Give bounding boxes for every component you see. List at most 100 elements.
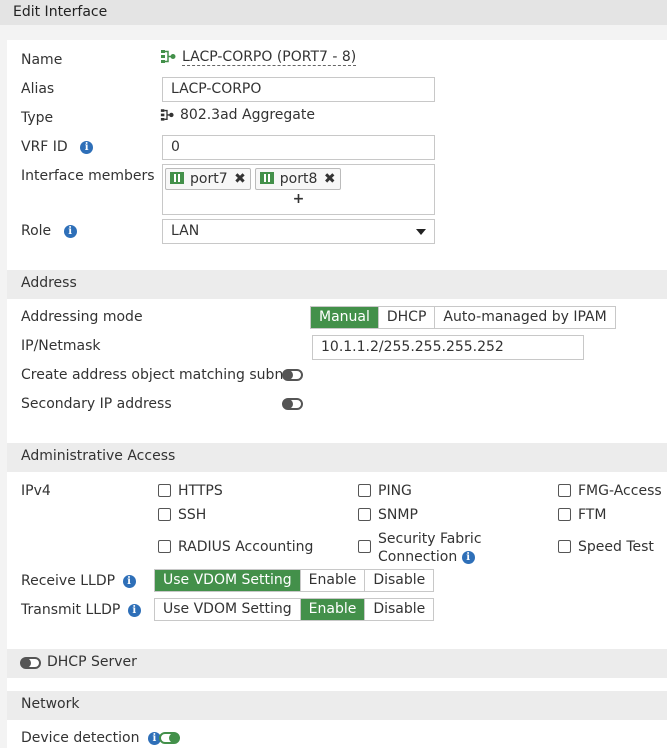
mode-ipam-button[interactable]: Auto-managed by IPAM (434, 307, 615, 328)
device-detection-label: Device detection i (21, 730, 161, 746)
receive-lldp-disable-button[interactable]: Disable (364, 570, 434, 591)
vrf-label-text: VRF ID (21, 139, 68, 155)
receive-lldp-vdom-button[interactable]: Use VDOM Setting (155, 570, 300, 591)
transmit-lldp-info-icon[interactable]: i (127, 604, 141, 617)
member-chip-port7[interactable]: port7 ✖ (165, 168, 251, 190)
https-label: HTTPS (178, 483, 223, 499)
type-value: 802.3ad Aggregate (180, 107, 315, 123)
ping-label: PING (378, 483, 412, 499)
transmit-lldp-label: Transmit LLDP i (21, 602, 141, 618)
role-label: Role i (21, 223, 77, 239)
https-checkbox[interactable] (158, 484, 171, 497)
snmp-label: SNMP (378, 507, 418, 523)
remove-icon[interactable]: ✖ (234, 171, 246, 187)
aggregate-type-icon (160, 109, 174, 121)
security-fabric-label-line2: Connection (378, 549, 458, 565)
mode-dhcp-button[interactable]: DHCP (377, 307, 435, 328)
security-fabric-label-line2-wrap: Connection i (378, 548, 482, 566)
member-label: port8 (279, 171, 318, 187)
speed-test-option[interactable]: Speed Test (558, 539, 654, 555)
role-info-icon[interactable]: i (63, 225, 77, 238)
security-fabric-label: Security Fabric Connection i (378, 530, 482, 566)
member-label: port7 (190, 171, 228, 187)
port-icon (170, 172, 184, 184)
receive-lldp-label-text: Receive LLDP (21, 573, 116, 589)
ip-netmask-input[interactable]: 10.1.1.2/255.255.255.252 (312, 335, 584, 360)
security-fabric-label-line1: Security Fabric (378, 531, 482, 547)
addressing-mode-label: Addressing mode (21, 309, 143, 325)
fmg-access-option[interactable]: FMG-Access (558, 483, 662, 499)
transmit-lldp-vdom-button[interactable]: Use VDOM Setting (155, 599, 300, 620)
name-display: LACP-CORPO (PORT7 - 8) (160, 49, 357, 66)
role-select[interactable]: LAN (162, 219, 435, 244)
ssh-option[interactable]: SSH (158, 507, 206, 523)
transmit-lldp-label-text: Transmit LLDP (21, 602, 121, 618)
dhcp-server-header: DHCP Server (7, 649, 667, 678)
role-label-text: Role (21, 223, 52, 239)
speed-test-label: Speed Test (578, 539, 654, 555)
vrf-input[interactable]: 0 (162, 135, 435, 160)
edit-interface-panel: Name LACP-CORPO (PORT7 - 8) Alias LACP-C… (7, 40, 667, 748)
fmg-access-checkbox[interactable] (558, 484, 571, 497)
transmit-lldp-enable-button[interactable]: Enable (299, 599, 365, 620)
secondary-ip-toggle[interactable] (282, 398, 303, 410)
ssh-checkbox[interactable] (158, 508, 171, 521)
members-box[interactable]: port7 ✖ port8 ✖ + (162, 164, 435, 215)
window-title: Edit Interface (0, 0, 667, 25)
security-fabric-checkbox[interactable] (358, 540, 371, 553)
vrf-info-icon[interactable]: i (80, 141, 94, 154)
ip-netmask-label: IP/Netmask (21, 338, 101, 354)
mode-manual-button[interactable]: Manual (311, 307, 378, 328)
ping-option[interactable]: PING (358, 483, 412, 499)
device-detection-toggle[interactable] (159, 732, 180, 744)
create-address-object-toggle[interactable] (282, 369, 303, 381)
ftm-checkbox[interactable] (558, 508, 571, 521)
address-section-header: Address (7, 270, 667, 299)
alias-input[interactable]: LACP-CORPO (162, 77, 435, 102)
receive-lldp-selector: Use VDOM Setting Enable Disable (154, 569, 435, 592)
secondary-ip-label: Secondary IP address (21, 396, 172, 412)
dhcp-server-toggle[interactable] (20, 657, 41, 669)
radius-accounting-label: RADIUS Accounting (178, 539, 314, 555)
security-fabric-info-icon[interactable]: i (461, 551, 475, 564)
ftm-label: FTM (578, 507, 607, 523)
ssh-label: SSH (178, 507, 207, 523)
member-chip-port8[interactable]: port8 ✖ (254, 168, 341, 190)
radius-accounting-option[interactable]: RADIUS Accounting (158, 539, 313, 555)
speed-test-checkbox[interactable] (558, 540, 571, 553)
ping-checkbox[interactable] (358, 484, 371, 497)
transmit-lldp-disable-button[interactable]: Disable (364, 599, 434, 620)
vrf-label: VRF ID i (21, 139, 94, 155)
port-icon (259, 172, 274, 184)
radius-accounting-checkbox[interactable] (158, 540, 171, 553)
alias-label: Alias (21, 81, 55, 97)
transmit-lldp-selector: Use VDOM Setting Enable Disable (154, 598, 435, 621)
create-address-object-label: Create address object matching subnet (21, 367, 298, 383)
receive-lldp-label: Receive LLDP i (21, 573, 136, 589)
snmp-checkbox[interactable] (358, 508, 371, 521)
add-member-button[interactable]: + (165, 191, 432, 207)
https-option[interactable]: HTTPS (158, 483, 223, 499)
network-section-header: Network (7, 691, 667, 720)
addressing-mode-selector: Manual DHCP Auto-managed by IPAM (310, 306, 616, 329)
toggle-knob (21, 658, 31, 668)
security-fabric-option[interactable] (358, 539, 378, 555)
ipv4-label: IPv4 (21, 483, 51, 499)
role-value: LAN (171, 223, 200, 239)
chevron-down-icon (416, 229, 426, 235)
dhcp-server-label: DHCP Server (47, 654, 137, 670)
aggregate-icon (161, 50, 176, 63)
receive-lldp-info-icon[interactable]: i (122, 575, 136, 588)
toggle-knob (283, 370, 293, 380)
fmg-access-label: FMG-Access (578, 483, 662, 499)
type-label: Type (21, 110, 54, 126)
remove-icon[interactable]: ✖ (324, 171, 336, 187)
snmp-option[interactable]: SNMP (358, 507, 418, 523)
admin-access-section-header: Administrative Access (7, 443, 667, 472)
device-detection-label-text: Device detection (21, 730, 140, 746)
receive-lldp-enable-button[interactable]: Enable (299, 570, 365, 591)
type-display: 802.3ad Aggregate (160, 107, 315, 123)
toggle-knob (169, 733, 179, 743)
name-value: LACP-CORPO (PORT7 - 8) (182, 49, 357, 66)
ftm-option[interactable]: FTM (558, 507, 606, 523)
